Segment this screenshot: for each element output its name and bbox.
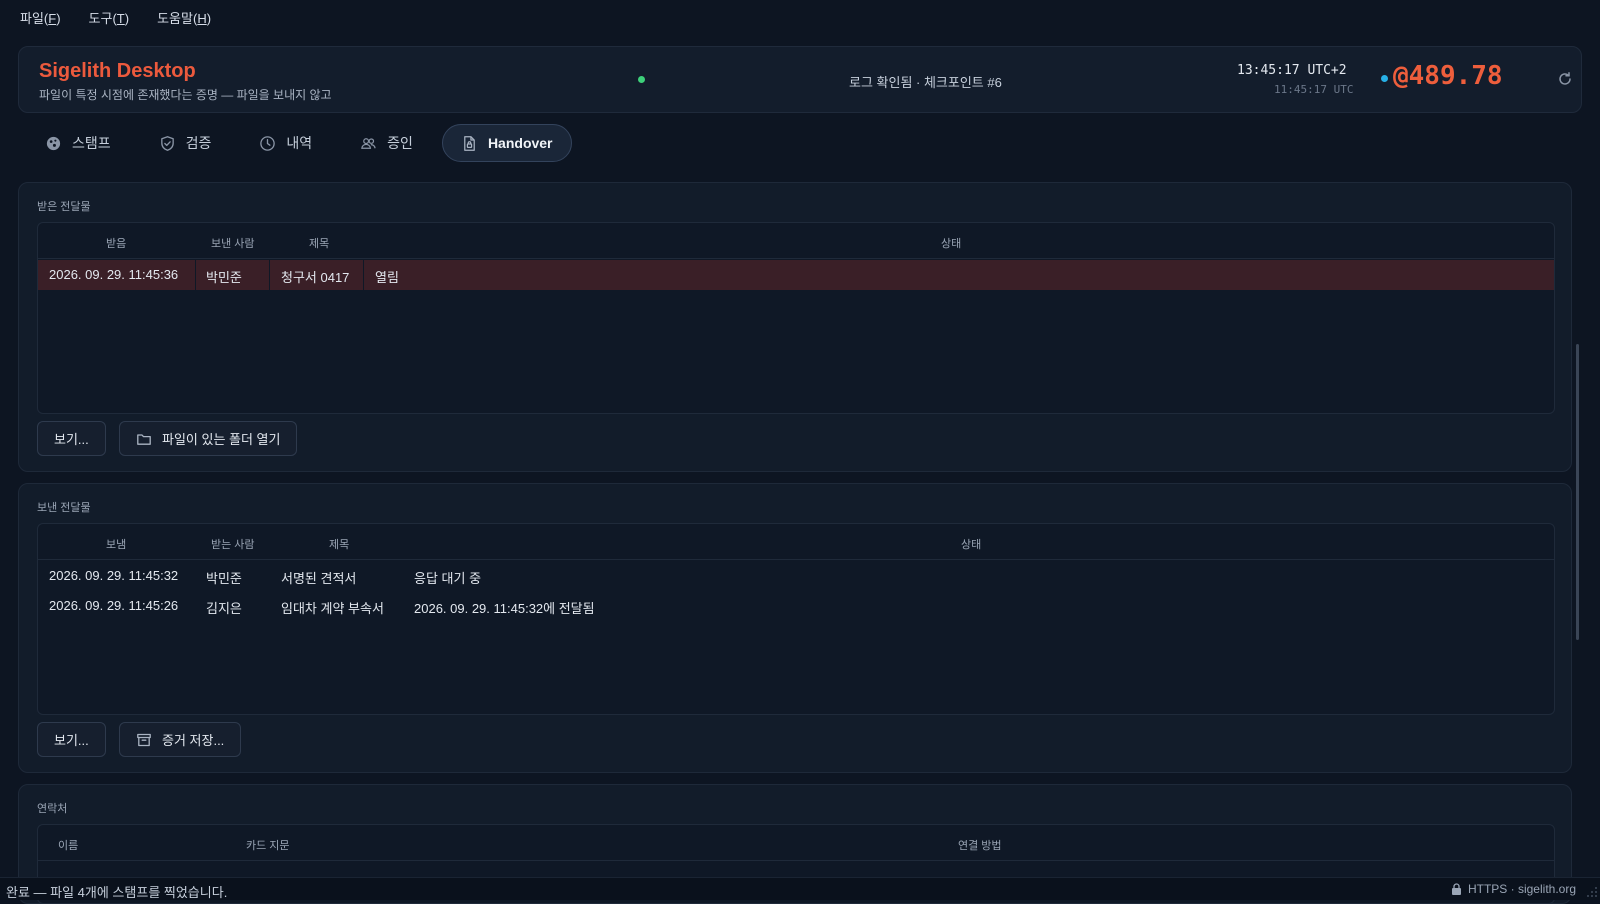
tab-stamp[interactable]: 스탬프	[26, 124, 130, 162]
menu-file[interactable]: 파일(F)	[20, 8, 61, 27]
menu-bar: 파일(F) 도구(T) 도움말(H)	[0, 0, 1600, 34]
cell-person: 박민준	[206, 571, 242, 586]
column-header[interactable]: 받음	[106, 235, 126, 251]
column-header[interactable]: 보냄	[106, 536, 126, 552]
local-clock: 13:45:17 UTC+2	[1237, 63, 1347, 78]
cell-subject: 서명된 견적서	[281, 571, 357, 586]
folder-icon	[137, 433, 151, 445]
cell-date: 2026. 09. 29. 11:45:36	[49, 267, 179, 282]
clock-icon	[260, 135, 276, 151]
cell-date: 2026. 09. 29. 11:45:32	[49, 568, 179, 583]
received-panel: 받은 전달물 받음 보낸 사람 제목 상태 2026. 09. 29. 11:4…	[18, 182, 1572, 472]
cell-separator	[363, 260, 364, 290]
refresh-icon	[1559, 72, 1571, 85]
tab-handover[interactable]: Handover	[441, 124, 572, 162]
cell-person: 박민준	[206, 270, 242, 285]
received-table-header: 받음 보낸 사람 제목 상태	[38, 223, 1554, 259]
column-header[interactable]: 제목	[329, 536, 349, 552]
vertical-scrollbar[interactable]	[1576, 344, 1579, 640]
cell-date: 2026. 09. 29. 11:45:26	[49, 598, 179, 613]
main-tabs: 스탬프 검증 내역 증인 Handover	[26, 124, 572, 162]
shield-icon	[160, 135, 174, 151]
view-button[interactable]: 보기...	[37, 722, 106, 757]
cell-subject: 청구서 0417	[281, 270, 350, 285]
app-title: Sigelith Desktop	[39, 60, 196, 82]
column-header[interactable]: 받는 사람	[211, 536, 255, 552]
cell-status: 응답 대기 중	[414, 571, 482, 586]
table-row[interactable]: 2026. 09. 29. 11:45:26 김지은 임대차 계약 부속서 20…	[38, 591, 1554, 621]
sent-table: 보냄 받는 사람 제목 상태 2026. 09. 29. 11:45:32 박민…	[37, 523, 1555, 715]
contacts-table-header: 이름 카드 지문 연결 방법	[38, 825, 1554, 861]
table-row[interactable]: 2026. 09. 29. 11:45:32 박민준 서명된 견적서 응답 대기…	[38, 561, 1554, 591]
status-message: 완료 — 파일 4개에 스탬프를 찍었습니다.	[6, 885, 228, 900]
open-folder-button[interactable]: 파일이 있는 폴더 열기	[119, 421, 298, 456]
log-status-text: 로그 확인됨 · 체크포인트 #6	[849, 75, 1002, 90]
tab-verify[interactable]: 검증	[140, 124, 231, 162]
sent-panel: 보낸 전달물 보냄 받는 사람 제목 상태 2026. 09. 29. 11:4…	[18, 483, 1572, 773]
cell-status: 열림	[375, 270, 399, 285]
status-bar: 완료 — 파일 4개에 스탬프를 찍었습니다. HTTPS · sigelith…	[0, 877, 1600, 900]
column-header[interactable]: 상태	[941, 235, 961, 251]
view-button[interactable]: 보기...	[37, 421, 106, 456]
column-header[interactable]: 상태	[961, 536, 981, 552]
column-header[interactable]: 제목	[309, 235, 329, 251]
tab-history[interactable]: 내역	[240, 124, 331, 162]
connection-info: HTTPS · sigelith.org	[1451, 882, 1576, 896]
lock-icon	[1451, 883, 1461, 895]
column-header[interactable]: 보낸 사람	[211, 235, 255, 251]
archive-icon	[137, 733, 151, 746]
resize-grip-icon[interactable]	[1586, 886, 1598, 898]
sent-title: 보낸 전달물	[37, 502, 91, 514]
file-lock-icon	[464, 135, 475, 151]
cell-separator	[269, 260, 270, 290]
contacts-title: 연락처	[37, 803, 68, 815]
column-header[interactable]: 카드 지문	[246, 837, 290, 853]
save-evidence-button[interactable]: 증거 저장...	[119, 722, 242, 757]
cell-person: 김지은	[206, 601, 242, 616]
log-status-dot	[638, 76, 645, 83]
column-header[interactable]: 연결 방법	[958, 837, 1002, 853]
sent-table-header: 보냄 받는 사람 제목 상태	[38, 524, 1554, 560]
beacon-value: @489.78	[1393, 61, 1503, 91]
received-title: 받은 전달물	[37, 201, 91, 213]
app-subtitle: 파일이 특정 시점에 존재했다는 증명 — 파일을 보내지 않고	[39, 88, 332, 102]
menu-help[interactable]: 도움말(H)	[157, 8, 211, 27]
app-header: Sigelith Desktop 파일이 특정 시점에 존재했다는 증명 — 파…	[18, 46, 1582, 113]
refresh-button[interactable]	[1553, 67, 1577, 91]
column-header[interactable]: 이름	[58, 837, 78, 853]
cell-status: 2026. 09. 29. 11:45:32에 전달됨	[414, 601, 595, 616]
utc-clock: 11:45:17 UTC	[1274, 83, 1354, 96]
cell-subject: 임대차 계약 부속서	[281, 601, 384, 616]
stamp-icon	[46, 136, 61, 150]
cell-separator	[195, 260, 196, 290]
menu-tools[interactable]: 도구(T)	[89, 8, 130, 27]
people-icon	[361, 137, 376, 149]
tab-witness[interactable]: 증인	[341, 124, 432, 162]
table-row[interactable]: 2026. 09. 29. 11:45:36 박민준 청구서 0417 열림	[38, 260, 1554, 290]
received-table: 받음 보낸 사람 제목 상태 2026. 09. 29. 11:45:36 박민…	[37, 222, 1555, 414]
sync-status-dot	[1381, 75, 1388, 82]
